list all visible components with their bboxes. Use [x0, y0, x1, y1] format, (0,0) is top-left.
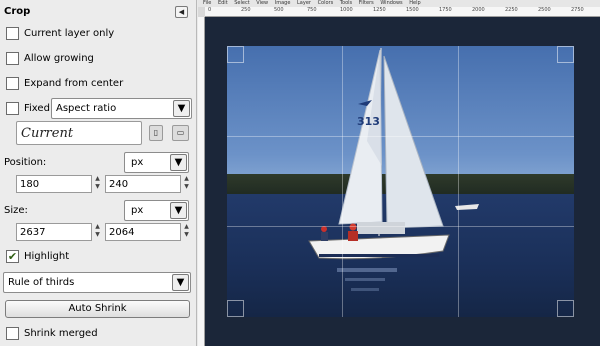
- image-menubar: File Edit Select View Image Layer Colors…: [198, 0, 600, 7]
- aspect-ratio-value: Current: [21, 126, 74, 141]
- position-x-input[interactable]: 180: [16, 175, 92, 193]
- menu-windows[interactable]: Windows: [380, 0, 402, 6]
- vertical-ruler[interactable]: [198, 17, 205, 346]
- size-width-input[interactable]: 2637: [16, 223, 92, 241]
- crop-tool-options-panel: Crop ◀ Current layer only Allow growing …: [0, 0, 197, 346]
- size-width-spinner-icon[interactable]: ▲ ▼: [93, 223, 102, 241]
- crew-member: [348, 231, 358, 241]
- shrink-merged-checkbox[interactable]: [6, 327, 19, 340]
- image-window: File Edit Select View Image Layer Colors…: [198, 0, 600, 346]
- current-layer-only-label: Current layer only: [24, 28, 115, 39]
- guides-value: Rule of thirds: [8, 277, 75, 288]
- aspect-ratio-entry[interactable]: Current: [16, 121, 142, 145]
- menu-tools[interactable]: Tools: [340, 0, 352, 6]
- menu-colors[interactable]: Colors: [318, 0, 334, 6]
- expand-from-center-option[interactable]: Expand from center: [0, 75, 197, 91]
- size-width-value: 2637: [20, 227, 46, 238]
- ruler-mark: 2750: [571, 7, 584, 13]
- sailboat-photo: 313: [308, 47, 479, 291]
- cabin: [357, 222, 405, 234]
- ruler-mark: 0: [208, 7, 212, 13]
- position-label: Position:: [4, 157, 47, 168]
- position-y-input[interactable]: 240: [105, 175, 181, 193]
- ruler-mark: 2000: [472, 7, 485, 13]
- fixed-mode-value: Aspect ratio: [56, 103, 117, 114]
- ruler-mark: 250: [241, 7, 251, 13]
- menu-filters[interactable]: Filters: [359, 0, 374, 6]
- position-y-value: 240: [109, 179, 129, 190]
- guides-select[interactable]: Rule of thirds ▼: [3, 272, 191, 293]
- size-unit-select[interactable]: px ▼: [124, 200, 189, 221]
- size-label: Size:: [4, 205, 28, 216]
- chevron-down-icon: ▼: [170, 202, 187, 219]
- fixed-mode-select[interactable]: Aspect ratio ▼: [51, 98, 192, 119]
- ruler-mark: 500: [274, 7, 284, 13]
- menu-help[interactable]: Help: [409, 0, 420, 6]
- current-layer-only-checkbox[interactable]: [6, 27, 19, 40]
- sail-number: 313: [357, 115, 380, 128]
- crop-handle-top-left[interactable]: [227, 46, 244, 63]
- panel-title: Crop: [4, 6, 31, 17]
- position-x-value: 180: [20, 179, 40, 190]
- menu-file[interactable]: File: [203, 0, 211, 6]
- position-unit-value: px: [131, 157, 144, 168]
- menu-layer[interactable]: Layer: [297, 0, 311, 6]
- auto-shrink-button[interactable]: Auto Shrink: [5, 300, 190, 318]
- highlight-option[interactable]: ✔ Highlight: [0, 248, 197, 264]
- position-unit-select[interactable]: px ▼: [124, 152, 189, 173]
- panel-menu-icon[interactable]: ◀: [175, 6, 188, 18]
- thirds-guide-horizontal: [227, 136, 574, 137]
- expand-from-center-label: Expand from center: [24, 78, 124, 89]
- thirds-guide-vertical: [458, 46, 459, 317]
- crew-member: [349, 223, 357, 231]
- ruler-mark: 1250: [373, 7, 386, 13]
- ruler-mark: 1500: [406, 7, 419, 13]
- ruler-mark: 750: [307, 7, 317, 13]
- ruler-mark: 2250: [505, 7, 518, 13]
- highlight-label: Highlight: [24, 251, 70, 262]
- allow-growing-checkbox[interactable]: [6, 52, 19, 65]
- chevron-down-icon: ▼: [173, 100, 190, 117]
- jib: [383, 55, 444, 229]
- size-unit-value: px: [131, 205, 144, 216]
- hull-stripe: [319, 254, 439, 257]
- chevron-down-icon: ▼: [172, 274, 189, 291]
- menu-select[interactable]: Select: [234, 0, 249, 6]
- chevron-down-icon: ▼: [170, 154, 187, 171]
- landscape-icon[interactable]: ▭: [172, 125, 189, 141]
- crop-handle-bottom-left[interactable]: [227, 300, 244, 317]
- position-x-spinner-icon[interactable]: ▲ ▼: [93, 175, 102, 193]
- allow-growing-label: Allow growing: [24, 53, 94, 64]
- expand-from-center-checkbox[interactable]: [6, 77, 19, 90]
- crew-member: [321, 232, 328, 241]
- thirds-guide-horizontal: [227, 226, 574, 227]
- fixed-label: Fixed:: [24, 103, 54, 114]
- highlight-checkbox[interactable]: ✔: [6, 250, 19, 263]
- ruler-mark: 2500: [538, 7, 551, 13]
- menu-view[interactable]: View: [256, 0, 268, 6]
- size-height-spinner-icon[interactable]: ▲ ▼: [182, 223, 191, 241]
- crop-rectangle[interactable]: 313: [227, 46, 574, 317]
- ruler-mark: 1000: [340, 7, 353, 13]
- menu-edit[interactable]: Edit: [218, 0, 228, 6]
- size-height-value: 2064: [109, 227, 135, 238]
- menu-image[interactable]: Image: [275, 0, 291, 6]
- crop-handle-top-right[interactable]: [557, 46, 574, 63]
- shrink-merged-label: Shrink merged: [24, 328, 98, 339]
- ruler-mark: 1750: [439, 7, 452, 13]
- reflection: [351, 288, 379, 291]
- reflection: [337, 268, 397, 272]
- portrait-icon[interactable]: ▯: [149, 125, 163, 141]
- thirds-guide-vertical: [342, 46, 343, 317]
- allow-growing-option[interactable]: Allow growing: [0, 50, 197, 66]
- reflection: [345, 278, 385, 281]
- image-canvas[interactable]: 313: [205, 17, 600, 346]
- shrink-merged-option[interactable]: Shrink merged: [0, 325, 197, 341]
- position-y-spinner-icon[interactable]: ▲ ▼: [182, 175, 191, 193]
- size-height-input[interactable]: 2064: [105, 223, 181, 241]
- crop-handle-bottom-right[interactable]: [557, 300, 574, 317]
- horizontal-ruler[interactable]: 0 250 500 750 1000 1250 1500 1750 2000 2…: [205, 7, 600, 17]
- current-layer-only-option[interactable]: Current layer only: [0, 25, 197, 41]
- fixed-checkbox[interactable]: [6, 102, 19, 115]
